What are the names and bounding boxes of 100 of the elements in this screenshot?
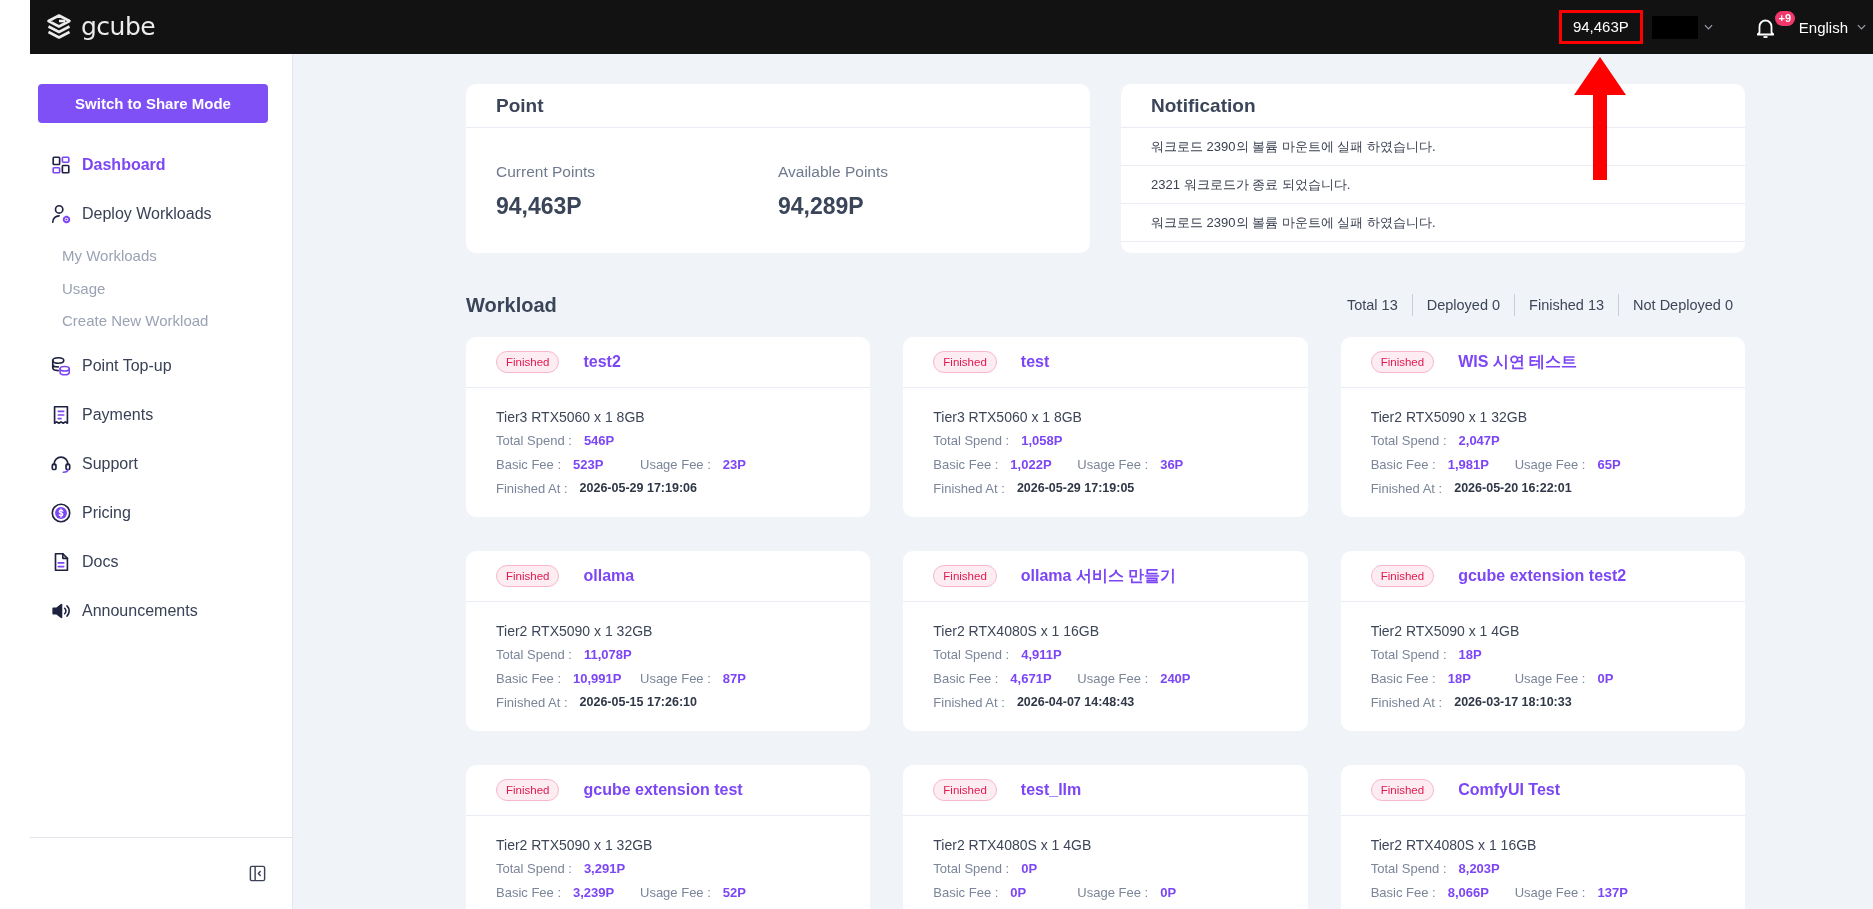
points-amount: 65P (1597, 456, 1621, 472)
workload-title[interactable]: ollama 서비스 만들기 (1020, 565, 1177, 587)
status-badge: Finished (933, 779, 997, 801)
gpu-spec: Tier2 RTX5090 x 1 32GB (1370, 408, 1529, 427)
stat-label: Current Points (496, 162, 597, 182)
field-label: Usage Fee : (1077, 884, 1149, 900)
field-label: Usage Fee : (1514, 884, 1586, 900)
field-label: Usage Fee : (640, 456, 711, 472)
status-badge: Finished (933, 351, 997, 373)
status-filter[interactable]: Not Deployed 0 (1618, 294, 1733, 316)
nav-item[interactable]: Announcements (38, 586, 268, 636)
field-label: Total Spend : (1370, 646, 1447, 662)
field-label: Usage Fee : (1514, 670, 1586, 686)
workload-title[interactable]: test_llm (1020, 781, 1082, 799)
workload-title[interactable]: test2 (583, 353, 621, 371)
points-amount: 0P (1021, 860, 1038, 876)
field-label: Finished At : (496, 480, 568, 496)
field-label: Usage Fee : (1077, 670, 1149, 686)
stat-value: 94,289P (778, 192, 865, 220)
points-amount: 18P (1458, 646, 1482, 662)
points-amount: 0P (1160, 884, 1177, 900)
status-badge: Finished (1370, 351, 1435, 373)
points-amount: 36P (1160, 456, 1184, 472)
gpu-spec: Tier2 RTX4080S x 1 4GB (933, 836, 1093, 855)
status-filter[interactable]: Deployed 0 (1411, 294, 1515, 316)
field-label: Basic Fee : (1370, 884, 1436, 900)
layers-logo-icon (45, 13, 73, 41)
nav-item[interactable]: Point Top-up (38, 341, 268, 391)
points-amount: 8,066P (1447, 884, 1489, 900)
workload-title[interactable]: ComfyUI Test (1458, 781, 1561, 799)
notification-item[interactable]: 2321 워크로드가 종료 되었습니다. (1151, 175, 1351, 194)
workload-title[interactable]: test (1020, 353, 1050, 371)
points-amount: 2,047P (1458, 432, 1500, 448)
gpu-spec: Tier2 RTX4080S x 1 16GB (933, 622, 1101, 641)
stat-label: Available Points (778, 162, 889, 182)
nav-item[interactable]: Deploy Workloads (38, 189, 268, 238)
caret-icon[interactable] (1857, 24, 1866, 30)
share-mode-button[interactable]: Switch to Share Mode (38, 84, 268, 123)
field-label: Basic Fee : (1370, 670, 1436, 686)
field-label: Total Spend : (496, 432, 572, 448)
field-label: Finished At : (496, 694, 568, 710)
finish-time: 2026-05-29 17:19:06 (579, 481, 697, 495)
stat-value: 94,463P (496, 192, 583, 220)
collapse-sidebar-icon[interactable] (248, 864, 267, 883)
workload-title[interactable]: WIS 시연 테스트 (1458, 351, 1578, 373)
points-amount: 3,291P (583, 860, 626, 876)
finish-time: 2026-05-20 16:22:01 (1454, 481, 1572, 495)
points-amount: 1,022P (1010, 456, 1052, 472)
workload-title[interactable]: gcube extension test (583, 781, 743, 799)
field-label: Finished At : (1370, 694, 1443, 710)
field-label: Finished At : (933, 480, 1005, 496)
status-filter[interactable]: Finished 13 (1514, 294, 1619, 316)
notification-badge: +9 (1774, 10, 1795, 26)
gpu-spec: Tier3 RTX5060 x 1 8GB (496, 408, 646, 427)
field-label: Usage Fee : (1077, 456, 1149, 472)
nav-item[interactable]: Dashboard (38, 140, 268, 189)
points-amount: 546P (583, 432, 615, 448)
gpu-spec: Tier3 RTX5060 x 1 8GB (933, 408, 1083, 427)
field-label: Total Spend : (1370, 860, 1447, 876)
language-selector[interactable]: English (1798, 18, 1866, 36)
points-amount: 0P (1597, 670, 1614, 686)
nav-item[interactable]: Support (38, 439, 268, 489)
headset-icon (50, 453, 72, 475)
finish-time: 2026-04-07 14:48:43 (1016, 695, 1135, 709)
field-label: Usage Fee : (1514, 456, 1586, 472)
points-amount: 87P (722, 670, 746, 686)
points-amount: 1,058P (1021, 432, 1063, 448)
nav-item[interactable]: Pricing (38, 488, 268, 538)
notification-item[interactable]: 워크로드 2390의 볼륨 마운트에 실패 하였습니다. (1151, 137, 1436, 156)
caret-icon[interactable] (1703, 24, 1713, 30)
points-amount: 52P (722, 884, 746, 900)
points-amount: 0P (1010, 884, 1027, 900)
status-badge: Finished (496, 351, 560, 373)
field-label: Basic Fee : (496, 456, 562, 472)
section-title: Workload (466, 293, 557, 317)
nav-item[interactable]: Docs (38, 537, 268, 587)
finish-time: 2026-03-17 18:10:33 (1454, 695, 1572, 709)
points-amount: 8,203P (1458, 860, 1500, 876)
field-label: Usage Fee : (640, 884, 711, 900)
status-badge: Finished (1370, 779, 1435, 801)
points-amount: 4,911P (1021, 646, 1062, 662)
status-filter[interactable]: Total 13 (1332, 294, 1412, 316)
notification-item[interactable]: 워크로드 2390의 볼륨 마운트에 실패 하였습니다. (1151, 213, 1436, 232)
workload-title[interactable]: ollama (583, 567, 635, 585)
workload-title[interactable]: gcube extension test2 (1458, 567, 1627, 585)
field-label: Total Spend : (496, 646, 572, 662)
dollar-circle-icon (50, 502, 72, 524)
gpu-spec: Tier2 RTX5090 x 1 32GB (496, 836, 654, 855)
field-label: Total Spend : (496, 860, 572, 876)
field-label: Basic Fee : (933, 670, 999, 686)
brand-wordmark: gcube (81, 12, 156, 42)
points-amount: 1,981P (1447, 456, 1489, 472)
field-label: Finished At : (1370, 480, 1443, 496)
field-label: Total Spend : (933, 646, 1010, 662)
nav-item[interactable]: Payments (38, 390, 268, 440)
points-amount: 18P (1447, 670, 1471, 686)
field-label: Basic Fee : (496, 670, 562, 686)
field-label: Basic Fee : (933, 884, 999, 900)
points-balance: 94,463P (1558, 10, 1643, 44)
points-amount: 137P (1597, 884, 1628, 900)
